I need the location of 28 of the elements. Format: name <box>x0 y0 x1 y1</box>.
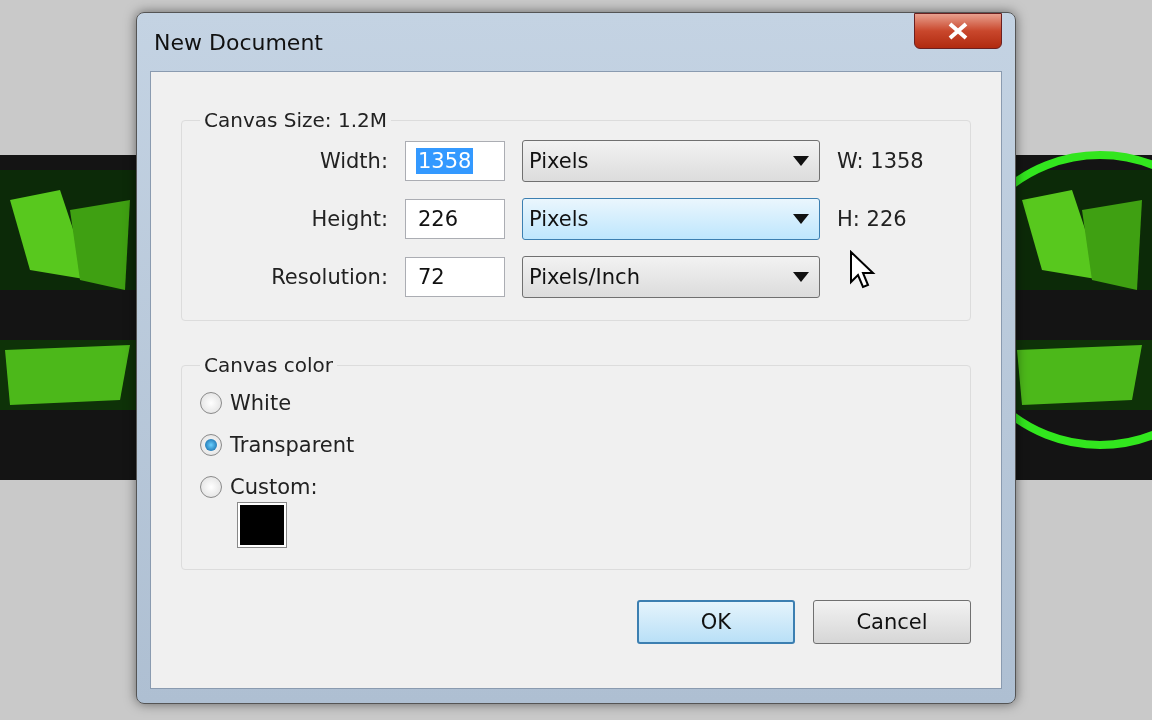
size-readout: H: 226 <box>837 207 908 231</box>
unit-dropdown[interactable]: Pixels/Inch <box>522 256 820 298</box>
radio-label[interactable]: Transparent <box>230 433 355 457</box>
dropdown-arrow-icon <box>793 272 809 282</box>
group-title: Canvas Size: 1.2M <box>203 108 388 132</box>
dropdown-arrow-icon <box>793 156 809 166</box>
close-icon <box>948 22 968 40</box>
field-label: Width: <box>318 149 388 173</box>
unit-dropdown[interactable]: Pixels <box>522 140 820 182</box>
radio-button[interactable] <box>200 476 222 498</box>
radio-button[interactable] <box>200 434 222 456</box>
window-title: New Document <box>154 29 323 55</box>
number-field[interactable]: 72 <box>405 257 505 297</box>
unit-dropdown[interactable]: Pixels <box>522 198 820 240</box>
dialog-button[interactable]: OK <box>637 600 795 644</box>
radio-label[interactable]: White <box>230 391 292 415</box>
group-title: Canvas color <box>203 353 334 377</box>
close-button[interactable] <box>914 13 1002 49</box>
size-readout: W: 1358 <box>837 149 925 173</box>
mouse-pointer-icon <box>849 250 877 290</box>
field-label: Height: <box>310 207 388 231</box>
field-label: Resolution: <box>270 265 388 289</box>
number-field[interactable]: 226 <box>405 199 505 239</box>
radio-label[interactable]: Custom: <box>230 475 318 499</box>
dropdown-arrow-icon <box>793 214 809 224</box>
color-swatch[interactable] <box>238 503 286 547</box>
radio-button[interactable] <box>200 392 222 414</box>
dialog-button[interactable]: Cancel <box>813 600 971 644</box>
